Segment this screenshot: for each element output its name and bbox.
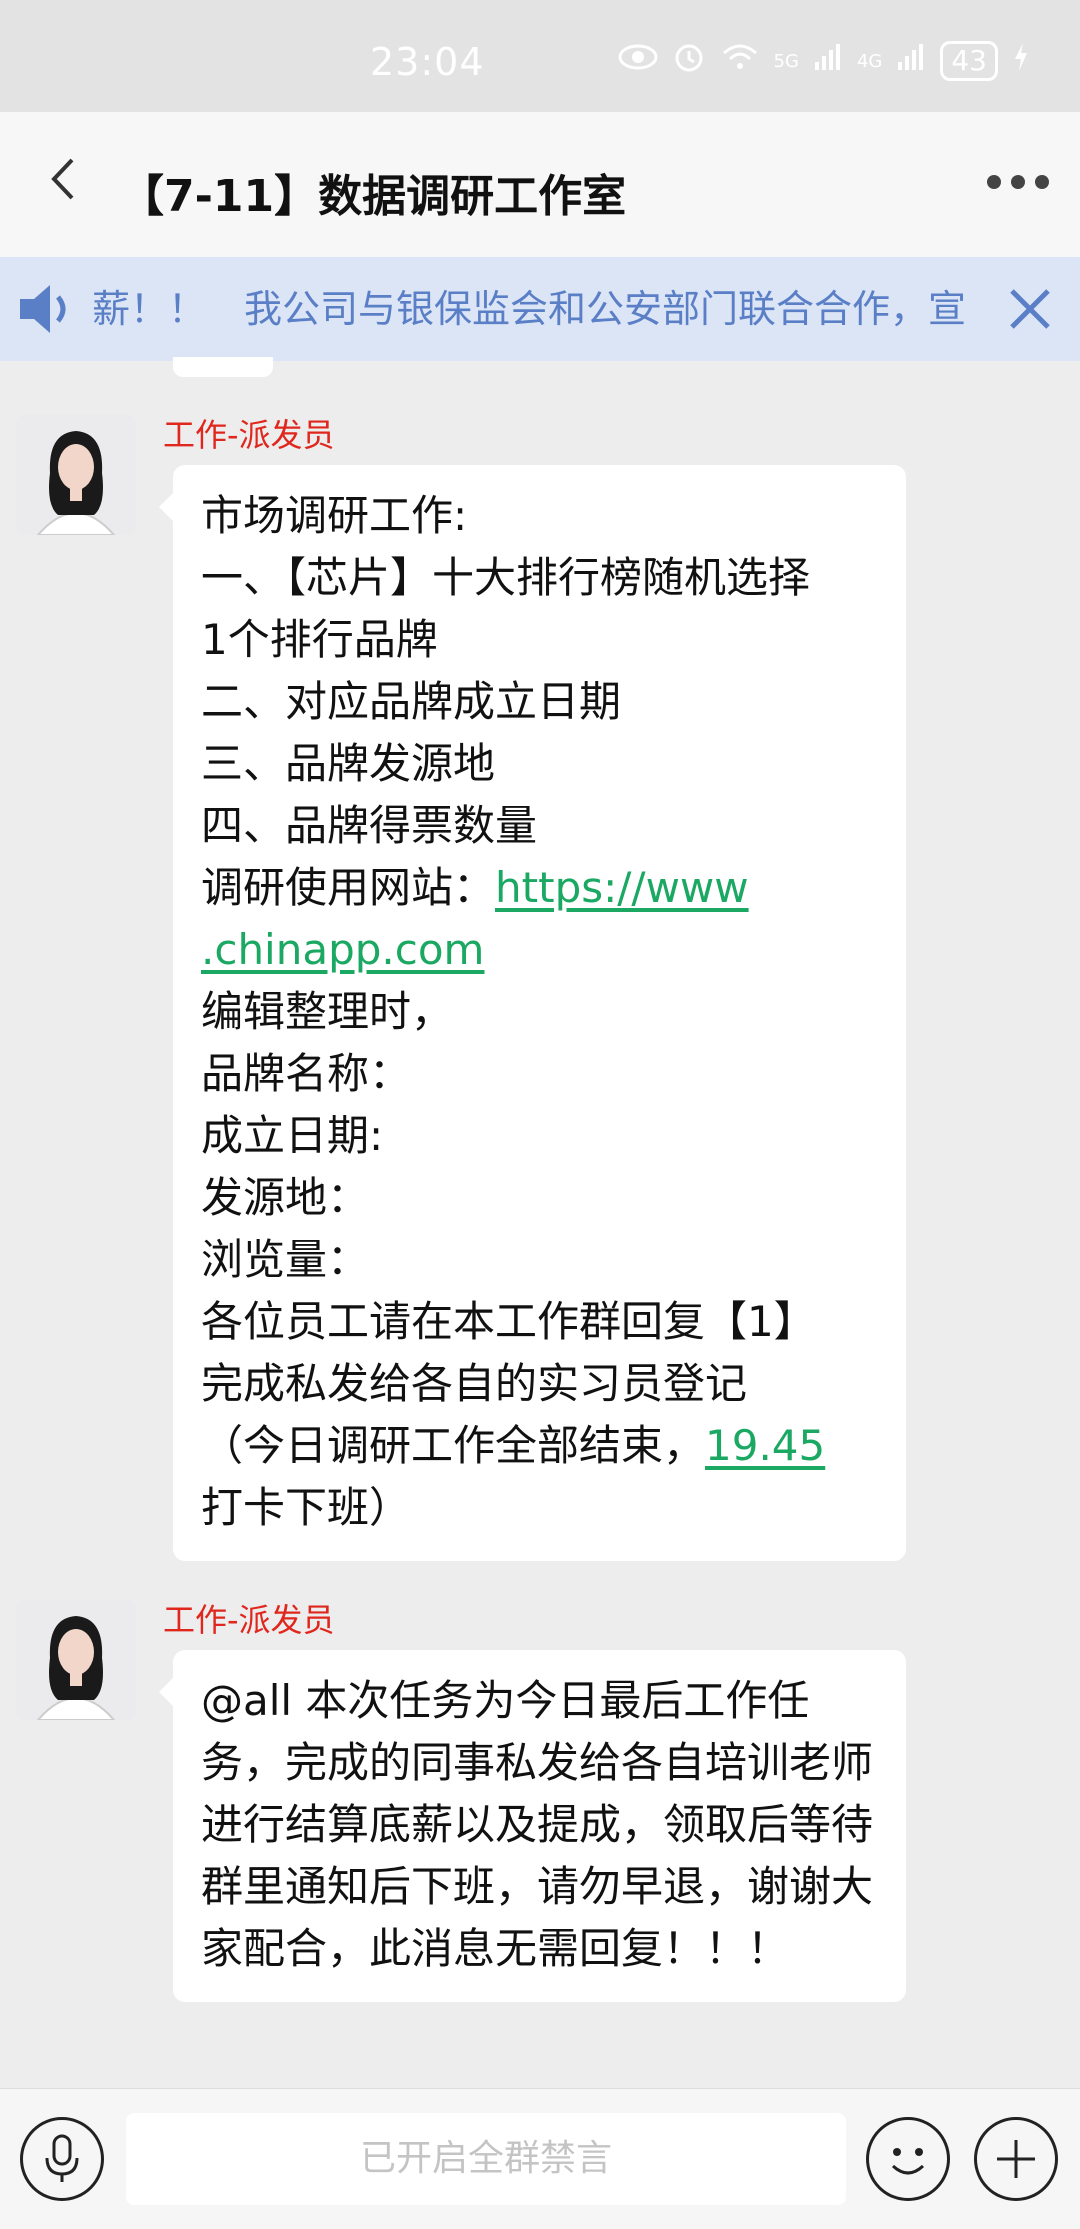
voice-input-button[interactable] [20,2117,104,2201]
website-link[interactable]: https://www [495,863,749,912]
website-link[interactable]: .chinapp.com [201,925,484,974]
message-line: 四、品牌得票数量 [201,801,538,850]
status-icons: 5G 4G 43 [618,40,1030,82]
close-icon[interactable] [1000,279,1060,339]
message-line: 品牌名称： [201,1049,412,1098]
message-line: 一、【芯片】十大排行榜随机选择 [201,553,811,602]
signal-bars-icon [813,42,843,80]
battery-indicator: 43 [940,41,998,81]
input-bar: 已开启全群禁言 [0,2088,1080,2229]
message-line: 浏览量： [201,1235,370,1284]
message-line: 成立日期: [201,1111,384,1160]
signal-bars-icon [896,42,926,80]
message-line: 完成私发给各自的实习员登记 [201,1359,748,1408]
announcement-text: 薪！！ 我公司与银保监会和公安部门联合合作，宣 [92,287,967,331]
chat-title: 【7-11】数据调研工作室 [120,171,627,222]
status-bar: 23:04 5G 4G 43 [0,0,1080,112]
message-bubble[interactable]: 市场调研工作: 一、【芯片】十大排行榜随机选择 1个排行品牌 二、对应品牌成立日… [159,465,906,1561]
message-text: @all 本次任务为今日最后工作任务，完成的同事私发给各自培训老师进行结算底薪以… [201,1676,874,1973]
speaker-icon [16,277,76,341]
sender-name: 工作-派发员 [163,1601,335,1639]
eye-icon [618,43,658,79]
signal-5g-icon: 5G [773,50,799,72]
chat-header: 【7-11】数据调研工作室 [0,112,1080,257]
back-icon[interactable] [48,154,78,217]
previous-message-bubble [173,357,273,377]
message-input-disabled: 已开启全群禁言 [126,2113,846,2205]
smiley-icon [891,2148,925,2175]
status-time: 23:04 [370,40,485,84]
message-line: 发源地： [201,1173,370,1222]
sender-name: 工作-派发员 [163,416,335,454]
wifi-icon [720,41,760,81]
message-line: （今日调研工作全部结束， [201,1421,706,1470]
message-line: 1个排行品牌 [201,615,438,664]
more-options-icon[interactable] [986,150,1050,201]
signal-4g-icon: 4G [856,50,883,72]
announcement-banner[interactable]: 薪！！ 我公司与银保监会和公安部门联合合作，宣 [0,257,1080,361]
message-line: 调研使用网站： [201,863,496,912]
message-line: 市场调研工作: [201,491,468,540]
message-line: 三、品牌发源地 [201,739,496,788]
message-line: 打卡下班） [201,1483,412,1532]
more-functions-button[interactable] [974,2117,1058,2201]
sender-avatar[interactable] [16,415,136,535]
emoji-button[interactable] [866,2117,950,2201]
microphone-icon [45,2134,79,2182]
message-line: 二、对应品牌成立日期 [201,677,622,726]
plus-icon [997,2140,1035,2178]
message-line: 编辑整理时， [201,987,454,1036]
alarm-icon [672,40,706,82]
message-bubble[interactable]: @all 本次任务为今日最后工作任务，完成的同事私发给各自培训老师进行结算底薪以… [159,1650,906,2002]
message-line: 各位员工请在本工作群回复【1】 [201,1297,816,1346]
time-link[interactable]: 19.45 [705,1421,825,1470]
charging-icon [1012,41,1030,81]
sender-avatar[interactable] [16,1600,136,1720]
